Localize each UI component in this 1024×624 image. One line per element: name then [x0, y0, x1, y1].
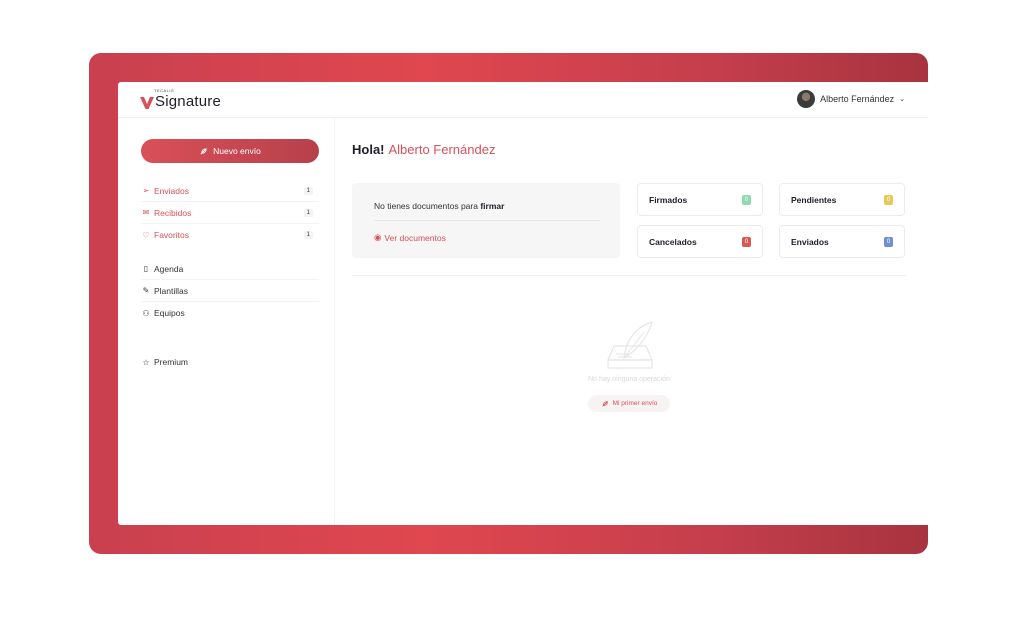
documents-card: No tienes documentos para firmar ◉ Ver d…	[352, 183, 620, 258]
app-window: TECALIS Signature Alberto Fernández ⌄ Nu…	[118, 82, 928, 525]
main-content: Hola! Alberto Fernández No tienes documen…	[352, 118, 906, 525]
chevron-down-icon: ⌄	[899, 96, 905, 103]
sidebar-item-equipos[interactable]: ⚇ Equipos	[141, 302, 319, 324]
nav-secondary: ▯ Agenda ✎ Plantillas ⚇ Equipos	[141, 258, 319, 324]
nav-primary: ➢ Enviados 1 ✉ Recibidos 1 ♡ Favoritos 1	[141, 180, 319, 246]
stat-enviados[interactable]: Enviados 0	[779, 225, 905, 258]
star-icon: ☆	[142, 357, 150, 367]
book-icon: ▯	[143, 264, 149, 273]
sidebar-item-label: Plantillas	[154, 285, 189, 296]
greeting: Hola!	[352, 142, 385, 157]
count-badge: 1	[303, 208, 313, 217]
edit-icon: ✎	[142, 286, 150, 295]
sidebar-item-label: Premium	[154, 357, 189, 367]
brand-v-icon	[140, 97, 154, 109]
nav-premium: ☆ Premium	[141, 351, 319, 373]
count-badge: 1	[303, 231, 313, 239]
user-name: Alberto Fernández	[820, 94, 895, 104]
new-send-label: Nuevo envío	[213, 146, 261, 156]
greeting-name: Alberto Fernández	[388, 142, 496, 157]
stat-count-badge: 0	[742, 236, 751, 247]
view-documents-link[interactable]: ◉ Ver documentos	[374, 232, 446, 243]
stat-label: Cancelados	[649, 236, 697, 247]
page-title: Hola! Alberto Fernández	[352, 142, 495, 157]
sidebar-item-label: Agenda	[154, 263, 184, 274]
stat-count-badge: 0	[884, 194, 893, 205]
empty-state-text: No hay ninguna operación	[588, 376, 670, 383]
send-icon: ➢	[142, 186, 150, 195]
sidebar-item-label: Enviados	[154, 185, 189, 196]
first-send-button[interactable]: Mi primer envío	[588, 395, 670, 412]
sidebar-item-recibidos[interactable]: ✉ Recibidos 1	[141, 202, 319, 224]
sidebar-item-enviados[interactable]: ➢ Enviados 1	[141, 180, 319, 202]
sidebar-item-plantillas[interactable]: ✎ Plantillas	[141, 280, 319, 302]
new-send-button[interactable]: Nuevo envío	[141, 139, 319, 163]
stat-firmados[interactable]: Firmados 0	[637, 183, 763, 216]
sidebar-item-label: Favoritos	[154, 230, 189, 240]
heart-icon: ♡	[142, 230, 150, 240]
top-bar: TECALIS Signature Alberto Fernández ⌄	[118, 82, 928, 118]
stat-label: Pendientes	[791, 194, 837, 205]
divider	[374, 220, 600, 221]
users-icon: ⚇	[142, 308, 150, 318]
brand-name: Signature	[155, 93, 222, 110]
sidebar-item-label: Equipos	[154, 308, 185, 318]
sidebar: Nuevo envío ➢ Enviados 1 ✉ Recibidos 1 ♡	[118, 118, 335, 525]
documents-message: No tienes documentos para firmar	[374, 201, 505, 211]
sidebar-item-premium[interactable]: ☆ Premium	[141, 351, 319, 373]
stat-count-badge: 0	[884, 236, 893, 247]
eye-icon: ◉	[374, 232, 382, 242]
stat-pendientes[interactable]: Pendientes 0	[779, 183, 905, 216]
feather-icon	[200, 147, 207, 155]
user-menu[interactable]: Alberto Fernández ⌄	[797, 90, 905, 108]
inbox-icon: ✉	[142, 208, 150, 217]
stat-label: Firmados	[649, 194, 688, 205]
feather-icon	[601, 400, 608, 407]
stat-count-badge: 0	[742, 194, 751, 205]
stat-label: Enviados	[791, 236, 829, 247]
count-badge: 1	[303, 186, 313, 195]
sidebar-item-label: Recibidos	[154, 207, 192, 218]
avatar	[797, 90, 816, 108]
sidebar-item-favoritos[interactable]: ♡ Favoritos 1	[141, 224, 319, 246]
quill-document-icon	[607, 321, 653, 369]
stat-cancelados[interactable]: Cancelados 0	[637, 225, 763, 258]
sidebar-item-agenda[interactable]: ▯ Agenda	[141, 258, 319, 280]
section-divider	[352, 275, 906, 276]
